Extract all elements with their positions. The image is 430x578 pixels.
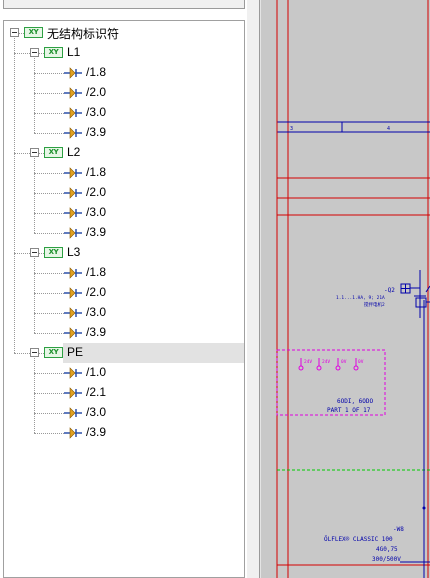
plc-desc-1: 6ODI, 6ODO [337,398,374,405]
xy-icon: XY [44,47,63,58]
connection-icon [64,127,82,139]
tree-item-label: /3.0 [86,405,107,419]
tree-item-label: /1.8 [86,265,107,279]
tree-item[interactable]: /1.8 [4,163,244,183]
xy-icon: XY [44,147,63,158]
tree-group-l2[interactable]: XY L2 [4,143,244,163]
collapse-toggle[interactable] [30,348,39,357]
tree-item[interactable]: /3.9 [4,423,244,443]
tree-item-label: /3.0 [86,205,107,219]
cable-spec-2: 300/500V [372,556,401,563]
tree-item-label: /2.0 [86,85,107,99]
schematic-drawing: 3 4 -Q2 1.1...1.HA, 9; 21A 搅拌电机2 24V 24V… [260,0,430,578]
cable-tag: -W8 [393,526,404,533]
collapse-toggle[interactable] [10,28,19,37]
xy-icon: XY [24,27,43,38]
tree-item-label: /2.1 [86,385,107,399]
io-label-2: 24V [322,359,330,365]
tree-item[interactable]: /3.0 [4,303,244,323]
q2-label: -Q2 [384,287,395,294]
tree-item[interactable]: /1.8 [4,263,244,283]
splitter-bar[interactable] [247,0,260,578]
tree-item[interactable]: /3.0 [4,103,244,123]
tree-item[interactable]: /2.0 [4,83,244,103]
cable-spec-1: 4G0,75 [376,546,398,553]
tree-item-label: /3.0 [86,105,107,119]
tree-group-label: PE [67,345,84,359]
collapse-toggle[interactable] [30,248,39,257]
io-label-1: 24V [304,359,312,365]
tree-item-label: /2.0 [86,285,107,299]
io-label-3: 0V [341,359,347,365]
tree-group-label: L2 [67,145,81,159]
tree-group-l3[interactable]: XY L3 [4,243,244,263]
tree-item[interactable]: /3.0 [4,403,244,423]
connection-icon [64,287,82,299]
tree-item-label: /2.0 [86,185,107,199]
tree-item-label: /1.8 [86,65,107,79]
connection-icon [64,327,82,339]
tree-item-label: /3.9 [86,325,107,339]
structure-tree[interactable]: XY 无结构标识符 XY L1/1.8/2.0/3.0/3.9 XY L2/1.8/2.0… [3,20,245,578]
title-cell-4: 4 [387,126,390,132]
tree-item[interactable]: /3.0 [4,203,244,223]
tree-item[interactable]: /3.9 [4,223,244,243]
connection-icon [64,187,82,199]
connection-icon [64,207,82,219]
collapse-toggle[interactable] [30,148,39,157]
tree-item[interactable]: /1.0 [4,363,244,383]
schematic-canvas[interactable]: 3 4 -Q2 1.1...1.HA, 9; 21A 搅拌电机2 24V 24V… [260,0,430,578]
connection-icon [64,67,82,79]
connection-icon [64,407,82,419]
connection-icon [64,167,82,179]
tree-item[interactable]: /2.0 [4,183,244,203]
tree-group-l1[interactable]: XY L1 [4,43,244,63]
tree-item[interactable]: /3.9 [4,323,244,343]
q2-sub-label-1: 1.1...1.HA, 9; 21A [336,295,385,301]
tree-item-label: /3.9 [86,425,107,439]
cable-junction [422,506,426,510]
title-cell-3: 3 [290,126,293,132]
io-label-4: 0V [358,359,364,365]
structure-tree-panel: XY 无结构标识符 XY L1/1.8/2.0/3.0/3.9 XY L2/1.8/2.0… [0,0,248,578]
tree-root-row[interactable]: XY 无结构标识符 [4,23,244,43]
tree-item-label: /3.0 [86,305,107,319]
plc-module-box [276,349,386,416]
tree-item-label: /1.0 [86,365,107,379]
tree-item-label: /1.8 [86,165,107,179]
connection-icon [64,387,82,399]
panel-top-strip [3,0,245,9]
tree-guide-line [14,353,30,355]
connection-icon [64,307,82,319]
q2-sub-label-2: 搅拌电机2 [364,301,385,308]
plc-desc-2: PART 1 OF 17 [327,407,371,414]
tree-item-label: /3.9 [86,225,107,239]
connection-icon [64,427,82,439]
tree-item-label: /3.9 [86,125,107,139]
connection-icon [64,267,82,279]
tree-group-pe[interactable]: XY PE [30,343,244,363]
connection-icon [64,367,82,379]
connection-icon [64,107,82,119]
cable-type: ÖLFLEX® CLASSIC 100 [324,536,393,543]
tree-group-label: L3 [67,245,81,259]
tree-item[interactable]: /2.1 [4,383,244,403]
connection-icon [64,227,82,239]
connection-icon [64,87,82,99]
tree-root-label: 无结构标识符 [47,27,120,41]
q2-breaker-symbol [400,270,430,318]
tree-item[interactable]: /2.0 [4,283,244,303]
collapse-toggle[interactable] [30,48,39,57]
tree-item[interactable]: /3.9 [4,123,244,143]
tree-group-label: L1 [67,45,81,59]
xy-icon: XY [44,347,63,358]
tree-item[interactable]: /1.8 [4,63,244,83]
xy-icon: XY [44,247,63,258]
